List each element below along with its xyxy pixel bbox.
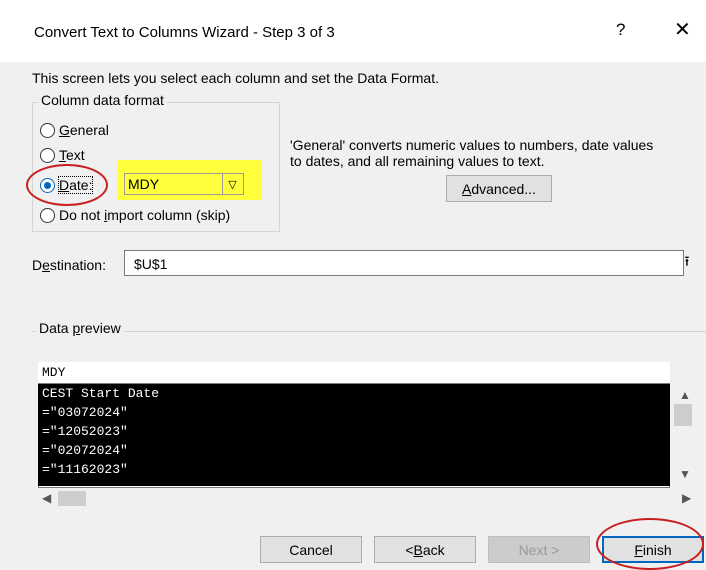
destination-input[interactable] [124, 250, 684, 276]
preview-row: CEST Start Date [42, 386, 160, 401]
horizontal-scroll-thumb[interactable] [58, 491, 86, 506]
radio-label-do-not-import: Do not import column (skip) [59, 207, 231, 223]
red-circle-annotation [26, 164, 108, 206]
back-button[interactable]: < Back [374, 536, 476, 563]
window-title: Convert Text to Columns Wizard - Step 3 … [34, 24, 335, 41]
radio-icon [40, 147, 55, 163]
preview-column-header[interactable]: MDY [38, 362, 670, 384]
vertical-scroll-thumb[interactable] [674, 404, 692, 426]
data-preview-label: Data preview [36, 320, 124, 336]
scroll-up-icon[interactable]: ▲ [679, 388, 691, 402]
date-format-value: MDY [128, 176, 160, 192]
radio-general[interactable]: General [40, 122, 109, 138]
radio-icon [40, 122, 55, 138]
radio-text[interactable]: Text [40, 147, 85, 163]
scroll-down-icon[interactable]: ▼ [679, 467, 691, 481]
preview-row: ="12052023" [42, 424, 128, 439]
next-button[interactable]: Next > [488, 536, 590, 563]
close-button[interactable]: ✕ [674, 17, 691, 42]
format-description: 'General' converts numeric values to num… [290, 137, 654, 169]
radio-do-not-import[interactable]: Do not import column (skip) [40, 207, 230, 223]
radio-icon [40, 207, 55, 223]
column-data-format-label: Column data format [38, 92, 167, 108]
radio-label-general: General [59, 122, 109, 138]
radio-label-text: Text [59, 147, 85, 163]
collapse-dialog-icon[interactable]: ⭱ [676, 251, 698, 275]
cancel-button[interactable]: Cancel [260, 536, 362, 563]
horizontal-scrollbar[interactable] [38, 488, 696, 508]
preview-row: ="02072024" [42, 443, 128, 458]
destination-label: Destination: [32, 257, 106, 273]
preview-row: ="11162023" [42, 462, 128, 477]
preview-row: ="03072024" [42, 405, 128, 420]
preview-divider [32, 331, 706, 332]
intro-text: This screen lets you select each column … [32, 70, 439, 86]
help-button[interactable]: ? [616, 20, 625, 40]
scroll-right-icon[interactable]: ▶ [682, 491, 691, 505]
advanced-button[interactable]: Advanced... [446, 175, 552, 202]
destination-value: $U$1 [134, 256, 168, 272]
red-circle-annotation [596, 518, 704, 570]
chevron-down-icon[interactable]: ▽ [222, 174, 242, 194]
scroll-left-icon[interactable]: ◀ [42, 491, 51, 505]
preview-column-data[interactable]: CEST Start Date ="03072024" ="12052023" … [38, 384, 672, 486]
